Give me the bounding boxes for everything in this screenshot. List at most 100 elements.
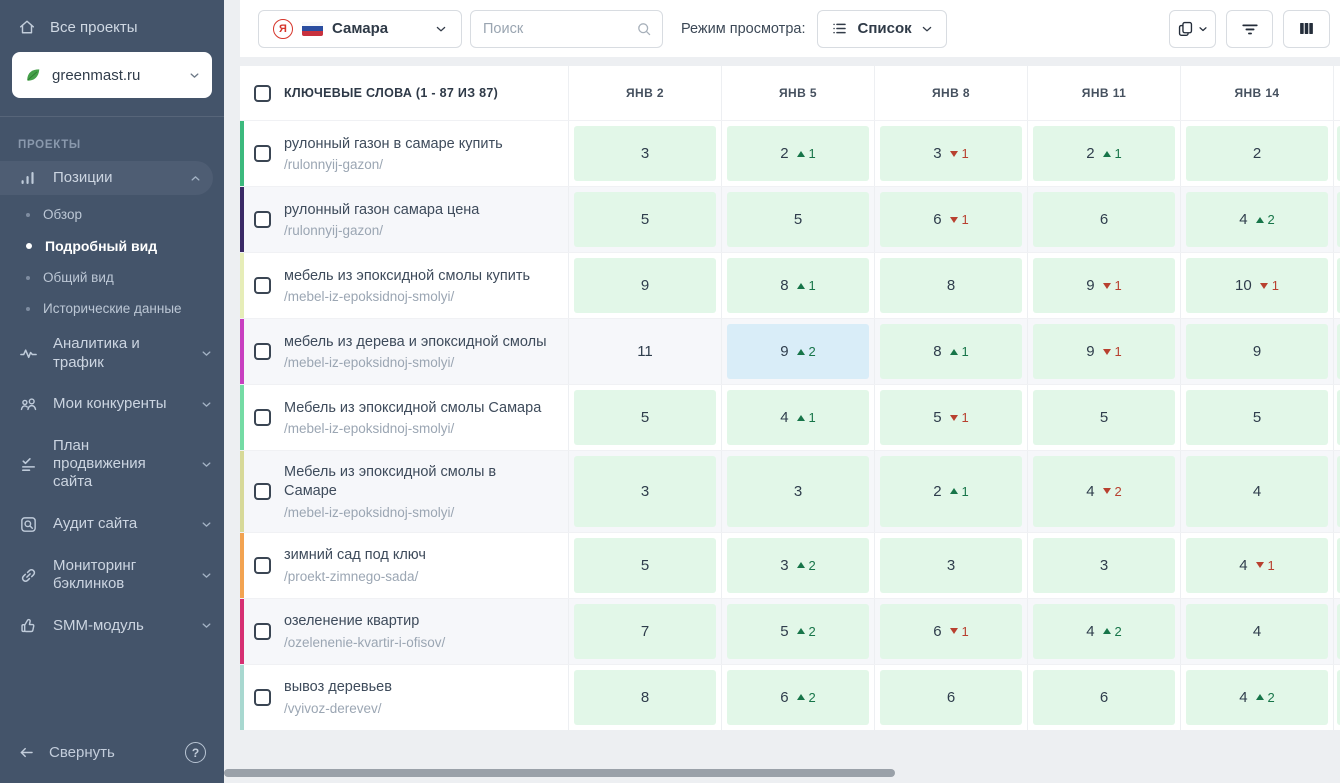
row-checkbox[interactable] <box>254 688 271 706</box>
sidebar-item[interactable]: Мои конкуренты <box>0 387 224 422</box>
row-checkbox[interactable] <box>254 409 271 426</box>
project-selector[interactable]: greenmast.ru <box>12 52 212 98</box>
position-cell[interactable]: 2 1 <box>1027 121 1180 186</box>
position-cell[interactable]: 3 <box>568 451 721 532</box>
keyword-url[interactable]: /mebel-iz-epoksidnoj-smolyi/ <box>284 289 552 304</box>
next-column-sliver <box>1333 451 1340 532</box>
position-cell[interactable]: 3 2 <box>721 532 874 598</box>
position-cell[interactable]: 5 <box>568 385 721 450</box>
keyword-label[interactable]: рулонный газон самара цена <box>284 201 552 220</box>
position-cell[interactable]: 5 2 <box>721 598 874 664</box>
row-checkbox[interactable] <box>254 482 271 500</box>
position-cell[interactable]: 4 <box>1180 598 1333 664</box>
copy-report-button[interactable] <box>1169 9 1216 48</box>
search-engine-region-selector[interactable]: Я Самара <box>258 9 462 48</box>
position-cell[interactable]: 9 1 <box>1027 319 1180 384</box>
keyword-url[interactable]: /rulonnyij-gazon/ <box>284 157 552 172</box>
filter-button[interactable] <box>1226 9 1273 48</box>
keyword-label[interactable]: рулонный газон в самаре купить <box>284 135 552 154</box>
position-cell[interactable]: 3 <box>1027 532 1180 598</box>
sidebar-subitem[interactable]: Обзор <box>0 202 224 227</box>
position-cell[interactable]: 9 <box>1180 319 1333 384</box>
keyword-label[interactable]: зимний сад под ключ <box>284 546 552 565</box>
position-cell[interactable]: 5 <box>1027 385 1180 450</box>
row-checkbox[interactable] <box>254 145 271 162</box>
view-mode-dropdown[interactable]: Список <box>817 9 947 48</box>
sidebar-subitem[interactable]: Общий вид <box>0 265 224 290</box>
position-cell[interactable]: 11 <box>568 319 721 384</box>
sidebar-item[interactable]: SMM-модуль <box>0 608 224 643</box>
sidebar-subitem[interactable]: Исторические данные <box>0 296 224 321</box>
keyword-label[interactable]: мебель из эпоксидной смолы купить <box>284 267 552 286</box>
position-cell[interactable]: 4 1 <box>1180 532 1333 598</box>
position-cell[interactable]: 3 1 <box>874 121 1027 186</box>
keyword-label[interactable]: Мебель из эпоксидной смолы в Самаре <box>284 463 552 501</box>
position-cell[interactable]: 4 2 <box>1180 664 1333 730</box>
position-cell[interactable]: 6 <box>1027 664 1180 730</box>
row-checkbox[interactable] <box>254 343 271 360</box>
position-cell[interactable]: 8 <box>874 253 1027 318</box>
position-cell[interactable]: 3 <box>568 121 721 186</box>
position-cell[interactable]: 2 1 <box>721 121 874 186</box>
position-cell[interactable]: 5 <box>568 187 721 252</box>
position-cell[interactable]: 6 1 <box>874 187 1027 252</box>
sidebar-item[interactable]: Мониторинг бэклинков <box>0 549 224 602</box>
keyword-label[interactable]: Мебель из эпоксидной смолы Самара <box>284 399 552 418</box>
position-cell[interactable]: 8 1 <box>874 319 1027 384</box>
keyword-url[interactable]: /mebel-iz-epoksidnoj-smolyi/ <box>284 421 552 436</box>
keyword-label[interactable]: мебель из дерева и эпоксидной смолы <box>284 333 552 352</box>
position-cell[interactable]: 6 <box>874 664 1027 730</box>
position-cell[interactable]: 3 <box>721 451 874 532</box>
collapse-sidebar-button[interactable]: Свернуть <box>18 744 171 761</box>
position-cell[interactable]: 5 <box>1180 385 1333 450</box>
row-checkbox[interactable] <box>254 556 271 574</box>
position-cell[interactable]: 4 2 <box>1027 598 1180 664</box>
row-checkbox[interactable] <box>254 211 271 228</box>
sidebar-item[interactable]: Аудит сайта <box>0 507 224 542</box>
keyword-url[interactable]: /rulonnyij-gazon/ <box>284 223 552 238</box>
position-cell[interactable]: 2 1 <box>874 451 1027 532</box>
sidebar-subitem[interactable]: Подробный вид <box>0 233 224 259</box>
help-button[interactable]: ? <box>185 742 206 763</box>
position-value: 3 <box>780 556 789 574</box>
keyword-url[interactable]: /mebel-iz-epoksidnoj-smolyi/ <box>284 505 552 520</box>
all-projects-link[interactable]: Все проекты <box>0 0 224 48</box>
position-value: 2 <box>1086 145 1095 162</box>
position-cell[interactable]: 10 1 <box>1180 253 1333 318</box>
search-input[interactable] <box>483 20 630 37</box>
position-cell[interactable]: 4 <box>1180 451 1333 532</box>
keyword-url[interactable]: /proekt-zimnego-sada/ <box>284 569 552 584</box>
keyword-url[interactable]: /mebel-iz-epoksidnoj-smolyi/ <box>284 355 552 370</box>
keyword-label[interactable]: озеленение квартир <box>284 612 552 631</box>
position-cell[interactable]: 9 2 <box>721 319 874 384</box>
position-chip: 9 <box>1186 324 1328 379</box>
position-cell[interactable]: 6 <box>1027 187 1180 252</box>
position-cell[interactable]: 4 2 <box>1180 187 1333 252</box>
position-cell[interactable]: 7 <box>568 598 721 664</box>
sidebar-item[interactable]: Аналитика и трафик <box>0 327 224 380</box>
horizontal-scrollbar-thumb[interactable] <box>224 769 895 777</box>
position-cell[interactable]: 4 1 <box>721 385 874 450</box>
position-cell[interactable]: 9 1 <box>1027 253 1180 318</box>
row-checkbox[interactable] <box>254 277 271 294</box>
keyword-url[interactable]: /ozelenenie-kvartir-i-ofisov/ <box>284 635 552 650</box>
keyword-label[interactable]: вывоз деревьев <box>284 678 552 697</box>
position-cell[interactable]: 8 <box>568 664 721 730</box>
position-cell[interactable]: 9 <box>568 253 721 318</box>
delta-value: 1 <box>1267 557 1275 573</box>
sidebar-item[interactable]: План продвижения сайта <box>0 429 224 500</box>
position-cell[interactable]: 8 1 <box>721 253 874 318</box>
position-cell[interactable]: 5 1 <box>874 385 1027 450</box>
position-cell[interactable]: 2 <box>1180 121 1333 186</box>
position-cell[interactable]: 4 2 <box>1027 451 1180 532</box>
position-cell[interactable]: 6 1 <box>874 598 1027 664</box>
sidebar-item[interactable]: Позиции <box>0 161 213 196</box>
position-cell[interactable]: 3 <box>874 532 1027 598</box>
select-all-checkbox[interactable] <box>254 84 271 102</box>
keyword-url[interactable]: /vyivoz-derevev/ <box>284 701 552 716</box>
position-cell[interactable]: 6 2 <box>721 664 874 730</box>
position-cell[interactable]: 5 <box>721 187 874 252</box>
row-checkbox[interactable] <box>254 622 271 640</box>
position-cell[interactable]: 5 <box>568 532 721 598</box>
columns-view-button[interactable] <box>1283 9 1330 48</box>
